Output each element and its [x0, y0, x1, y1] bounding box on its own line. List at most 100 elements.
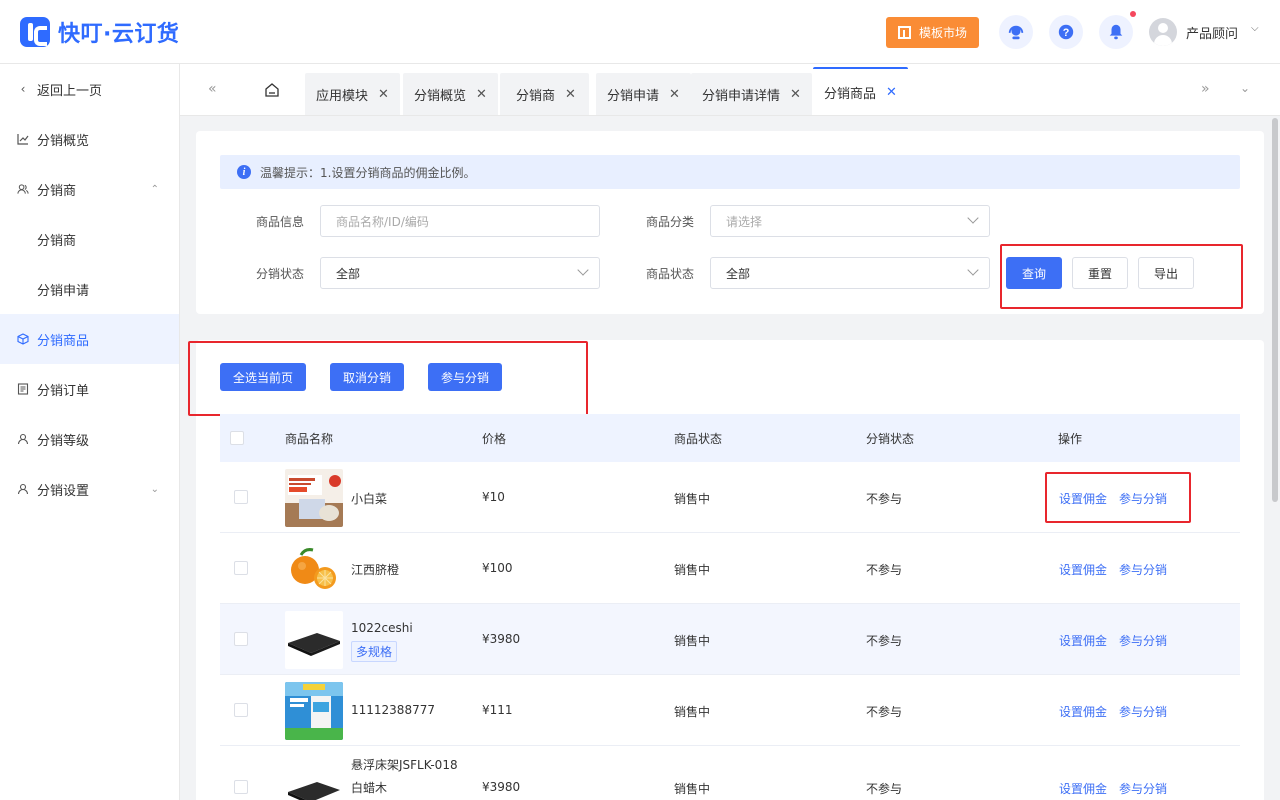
- product-price: ¥100: [482, 561, 513, 575]
- product-status-value: 全部: [726, 266, 751, 281]
- tab-application-detail[interactable]: 分销申请详情 ✕: [691, 73, 812, 115]
- product-status: 销售中: [674, 705, 711, 719]
- sidebar-item-products[interactable]: 分销商品: [0, 314, 179, 364]
- join-distribution-link[interactable]: 参与分销: [1119, 703, 1167, 720]
- sidebar-item-label: 分销设置: [37, 483, 90, 499]
- tab-label: 分销商品: [824, 86, 877, 102]
- row-checkbox[interactable]: [234, 780, 248, 794]
- highlight-box-row-actions: [1045, 472, 1191, 523]
- line-chart-icon: [17, 133, 29, 145]
- product-name: 小白菜: [351, 492, 388, 506]
- distribution-status: 不参与: [866, 705, 903, 719]
- chevron-down-icon: [577, 264, 589, 276]
- product-price: ¥10: [482, 490, 505, 504]
- product-image[interactable]: [285, 540, 343, 598]
- chevron-up-icon: ⌃: [150, 183, 159, 195]
- product-info-input[interactable]: 商品名称/ID/编码: [320, 205, 600, 237]
- join-distribution-link[interactable]: 参与分销: [1119, 561, 1167, 578]
- set-commission-link[interactable]: 设置佣金: [1059, 780, 1107, 797]
- tab-overview[interactable]: 分销概览 ✕: [403, 73, 498, 115]
- tab-label: 分销申请: [607, 88, 660, 104]
- close-icon[interactable]: ✕: [476, 87, 487, 102]
- close-icon[interactable]: ✕: [669, 87, 680, 102]
- template-market-button[interactable]: 模板市场: [886, 17, 979, 48]
- product-name: 11112388777: [351, 703, 435, 717]
- chevron-left-icon: ‹: [20, 82, 26, 96]
- sidebar-item-applications[interactable]: 分销申请: [0, 264, 179, 314]
- table-row: 1022ceshi 多规格 ¥3980 销售中 不参与 设置佣金 参与分销: [220, 604, 1240, 675]
- svg-text:?: ?: [1063, 27, 1070, 39]
- set-commission-link[interactable]: 设置佣金: [1059, 561, 1107, 578]
- category-select[interactable]: 请选择: [710, 205, 990, 237]
- double-chevron-left-icon[interactable]: «: [208, 81, 217, 97]
- dist-status-label: 分销状态: [256, 267, 305, 281]
- sidebar-item-overview[interactable]: 分销概览: [0, 114, 179, 164]
- set-commission-link[interactable]: 设置佣金: [1059, 632, 1107, 649]
- user-settings-icon: [17, 483, 29, 495]
- tab-app-modules[interactable]: 应用模块 ✕: [305, 73, 400, 115]
- row-checkbox[interactable]: [234, 703, 248, 717]
- tab-label: 分销概览: [414, 88, 467, 104]
- users-icon: [17, 183, 29, 195]
- scrollbar-thumb[interactable]: [1272, 118, 1278, 502]
- tab-distributors[interactable]: 分销商 ✕: [500, 73, 589, 115]
- product-image[interactable]: [285, 762, 343, 800]
- sidebar-item-distributors[interactable]: 分销商: [0, 214, 179, 264]
- sidebar-back[interactable]: ‹ 返回上一页: [0, 64, 179, 114]
- sidebar-item-settings[interactable]: 分销设置 ⌄: [0, 464, 179, 514]
- product-image[interactable]: [285, 469, 343, 527]
- dist-status-select[interactable]: 全部: [320, 257, 600, 289]
- close-icon[interactable]: ✕: [790, 87, 801, 102]
- product-image[interactable]: [285, 682, 343, 740]
- highlight-box-filter-actions: [1000, 244, 1243, 309]
- distribution-status: 不参与: [866, 492, 903, 506]
- close-icon[interactable]: ✕: [886, 85, 897, 100]
- notification-dot: [1130, 11, 1136, 17]
- chevron-down-icon[interactable]: ⌵: [1251, 23, 1259, 34]
- customer-service-button[interactable]: [999, 15, 1033, 49]
- notification-button[interactable]: [1099, 15, 1133, 49]
- table-row: 11112388777 ¥111 销售中 不参与 设置佣金 参与分销: [220, 675, 1240, 746]
- product-name-line2: 白蜡木: [351, 781, 388, 795]
- close-icon[interactable]: ✕: [565, 87, 576, 102]
- table-row: 江西脐橙 ¥100 销售中 不参与 设置佣金 参与分销: [220, 533, 1240, 604]
- chevron-down-icon[interactable]: ⌄: [1240, 81, 1250, 95]
- product-price: ¥3980: [482, 780, 521, 794]
- tip-text: 温馨提示：1.设置分销商品的佣金比例。: [260, 165, 476, 180]
- user-name[interactable]: 产品顾问: [1186, 23, 1238, 42]
- logo-icon: [20, 17, 50, 47]
- sidebar-item-levels[interactable]: 分销等级: [0, 414, 179, 464]
- table-header: 商品名称 价格 商品状态 分销状态 操作: [220, 414, 1240, 462]
- close-icon[interactable]: ✕: [378, 87, 389, 102]
- distribution-status: 不参与: [866, 782, 903, 796]
- avatar[interactable]: [1149, 18, 1177, 46]
- category-placeholder: 请选择: [726, 214, 763, 229]
- help-button[interactable]: ?: [1049, 15, 1083, 49]
- sidebar-item-orders[interactable]: 分销订单: [0, 364, 179, 414]
- join-distribution-link[interactable]: 参与分销: [1119, 780, 1167, 797]
- tab-label: 应用模块: [316, 88, 369, 104]
- dist-status-value: 全部: [336, 266, 361, 281]
- tab-label: 分销商: [516, 88, 556, 104]
- product-status-label: 商品状态: [646, 267, 695, 281]
- double-chevron-right-icon[interactable]: »: [1201, 81, 1210, 97]
- row-checkbox[interactable]: [234, 632, 248, 646]
- tab-products[interactable]: 分销商品 ✕: [813, 67, 908, 115]
- chevron-down-icon: [967, 212, 979, 224]
- app-logo[interactable]: 快叮·云订货: [20, 16, 179, 48]
- product-name: 悬浮床架JSFLK-018: [351, 758, 458, 772]
- cube-icon: [17, 333, 29, 345]
- column-header: 商品名称: [285, 432, 334, 446]
- tab-applications[interactable]: 分销申请 ✕: [596, 73, 691, 115]
- product-status-select[interactable]: 全部: [710, 257, 990, 289]
- home-icon[interactable]: [264, 82, 280, 98]
- set-commission-link[interactable]: 设置佣金: [1059, 703, 1107, 720]
- row-checkbox[interactable]: [234, 561, 248, 575]
- join-distribution-link[interactable]: 参与分销: [1119, 632, 1167, 649]
- sidebar-item-distributors-group[interactable]: 分销商 ⌃: [0, 164, 179, 214]
- row-checkbox[interactable]: [234, 490, 248, 504]
- chevron-down-icon: [967, 264, 979, 276]
- product-image[interactable]: [285, 611, 343, 669]
- select-all-checkbox[interactable]: [230, 431, 244, 445]
- product-status: 销售中: [674, 634, 711, 648]
